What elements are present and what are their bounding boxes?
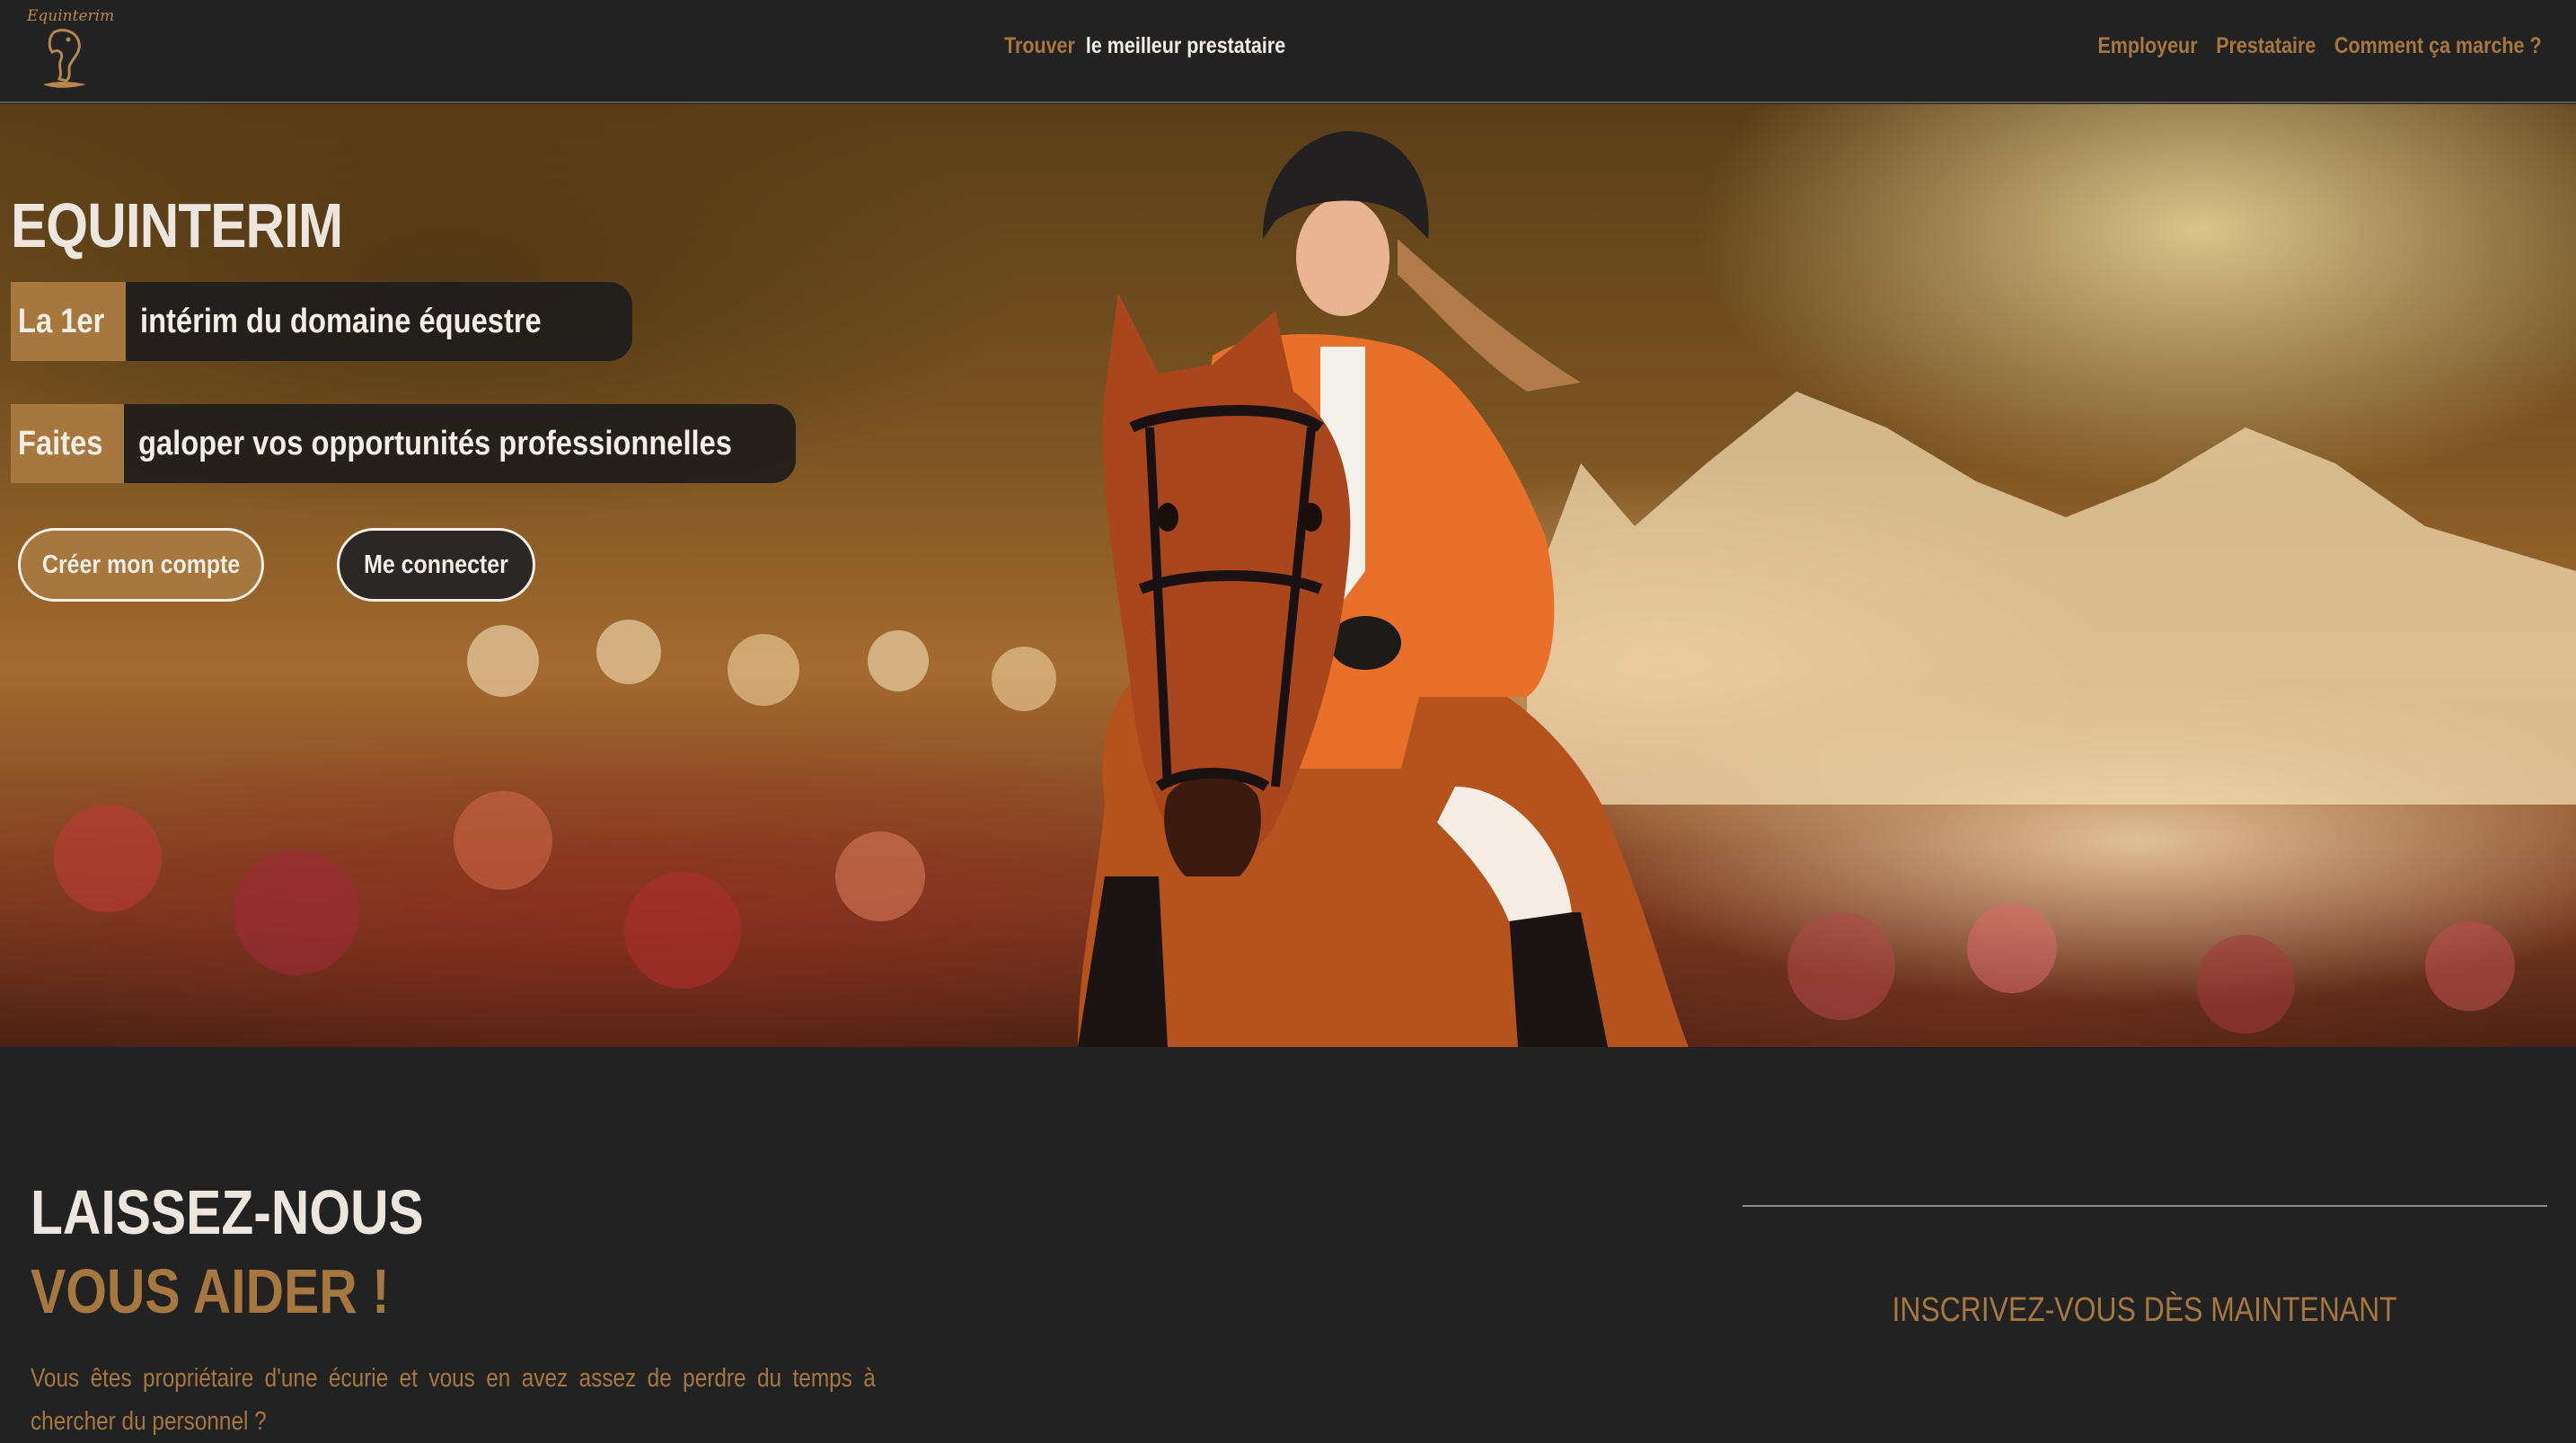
- tagline-opportunities-text: galoper vos opportunités professionnelle…: [137, 424, 732, 462]
- help-heading-line2: VOUS AIDER !: [31, 1256, 390, 1327]
- horse-head-logo-icon: [43, 29, 86, 88]
- nav-link-prestataire[interactable]: Prestataire: [2217, 33, 2316, 59]
- section-divider: [1742, 1205, 2547, 1207]
- hero-title: EQUINTERIM: [11, 189, 343, 260]
- help-heading-line1: LAISSEZ-NOUS: [31, 1177, 424, 1248]
- signup-now-link[interactable]: INSCRIVEZ-VOUS DÈS MAINTENANT: [1742, 1291, 2547, 1330]
- tagline-first-text: intérim du domaine équestre: [139, 302, 542, 340]
- nav-link-comment-ca-marche[interactable]: Comment ça marche ?: [2334, 33, 2542, 59]
- logo-wordmark: Equinterim: [27, 7, 115, 25]
- top-navbar: Equinterim Trouver le meilleur prestatair…: [0, 0, 2576, 103]
- nav-tagline-accent: Trouver: [1004, 33, 1075, 58]
- nav-link-employeur[interactable]: Employeur: [2098, 33, 2198, 59]
- tagline-first-accent: La 1er: [11, 282, 126, 361]
- hero-banner: EQUINTERIM La 1er intérim du domaine équ…: [0, 104, 2576, 1047]
- tagline-opportunities: Faites galoper vos opportunités professi…: [11, 404, 796, 483]
- tagline-first-interim: La 1er intérim du domaine équestre: [11, 282, 632, 361]
- help-body-text: Vous êtes propriétaire d'une écurie et v…: [31, 1364, 876, 1436]
- nav-tagline: Trouver le meilleur prestataire: [1004, 33, 1285, 66]
- help-section: LAISSEZ-NOUS VOUS AIDER ! Vous êtes prop…: [0, 1047, 2576, 1436]
- create-account-button[interactable]: Créer mon compte: [18, 528, 264, 602]
- tagline-opportunities-accent: Faites: [11, 404, 124, 483]
- nav-tagline-text: le meilleur prestataire: [1085, 33, 1286, 58]
- login-button[interactable]: Me connecter: [337, 528, 535, 602]
- nav-links: Employeur Prestataire Comment ça marche …: [2098, 33, 2542, 59]
- equinterim-logo[interactable]: Equinterim: [27, 5, 115, 95]
